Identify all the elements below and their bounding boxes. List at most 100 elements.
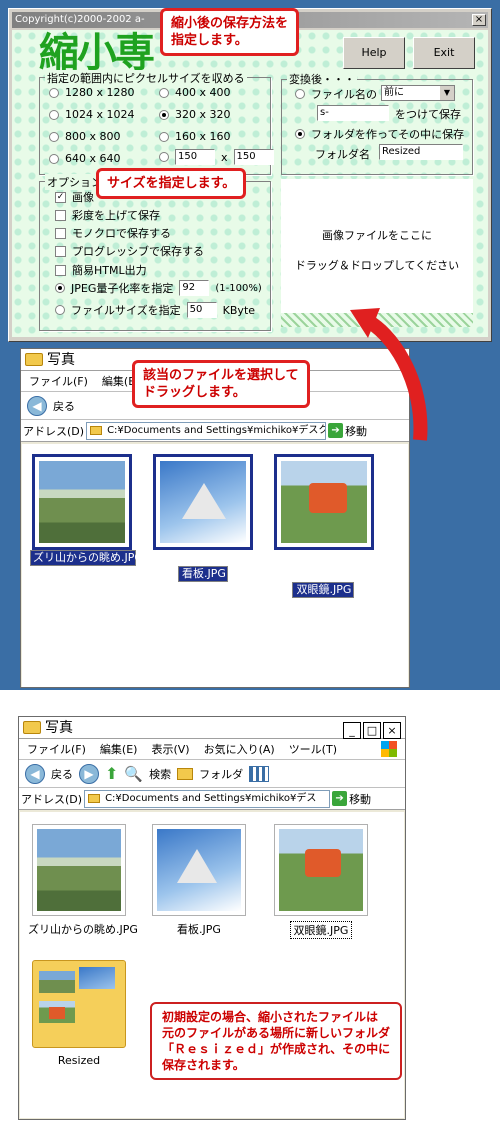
file-thumb-2[interactable]	[153, 454, 253, 550]
windows-logo-icon	[381, 741, 397, 757]
radio-icon[interactable]	[49, 131, 59, 142]
size-320[interactable]: 320 x 320	[159, 108, 231, 121]
filename-radio[interactable]: ファイル名の	[295, 86, 377, 102]
file-name-1[interactable]: ズリ山からの眺め.JPG	[30, 550, 143, 566]
file-thumb-1[interactable]	[32, 454, 132, 550]
opt-image[interactable]: ✓ 画像	[55, 189, 94, 205]
app-title: Copyright(c)2000-2002 a-	[15, 14, 145, 25]
radio-icon[interactable]	[159, 131, 169, 142]
opt-progressive[interactable]: プログレッシブで保存する	[55, 243, 204, 259]
chevron-down-icon[interactable]: ▼	[440, 86, 454, 100]
menu-file[interactable]: ファイル(F)	[27, 741, 86, 757]
folder-radio[interactable]: フォルダを作ってその中に保存	[295, 126, 464, 142]
menu-tools[interactable]: ツール(T)	[289, 741, 337, 757]
opt-html[interactable]: 簡易HTML出力	[55, 262, 147, 278]
menu-edit[interactable]: 編集(E)	[100, 741, 138, 757]
size-400[interactable]: 400 x 400	[159, 86, 231, 99]
radio-selected-icon[interactable]	[159, 109, 169, 120]
forward-arrow-icon[interactable]: ▶	[79, 763, 99, 784]
radio-icon[interactable]	[49, 109, 59, 120]
search-label[interactable]: 検索	[149, 766, 171, 782]
minimize-icon[interactable]: _	[343, 722, 361, 739]
opt-filesize[interactable]: ファイルサイズを指定 50 KByte	[55, 302, 255, 318]
file-thumb-3[interactable]	[274, 454, 374, 550]
radio-icon[interactable]	[49, 153, 59, 164]
go-arrow-icon[interactable]: ➔	[332, 791, 348, 806]
size-1280[interactable]: 1280 x 1280	[49, 86, 135, 99]
size-640[interactable]: 640 x 640	[49, 152, 121, 165]
back-label[interactable]: 戻る	[53, 398, 75, 414]
checkbox-checked-icon[interactable]: ✓	[55, 191, 66, 203]
radio-selected-icon[interactable]	[55, 283, 65, 293]
folder-name-input[interactable]: Resized	[379, 144, 463, 160]
checkbox-icon[interactable]	[55, 245, 66, 257]
folder-label[interactable]: フォルダ	[199, 766, 243, 782]
radio-icon[interactable]	[295, 89, 305, 99]
maximize-icon[interactable]: □	[363, 722, 381, 739]
exit-button[interactable]: Exit	[413, 37, 475, 69]
search-icon[interactable]: 🔍	[124, 765, 143, 783]
checkbox-icon[interactable]	[55, 209, 66, 221]
folder-icon[interactable]	[177, 767, 194, 780]
up-folder-icon[interactable]: ⬆	[105, 764, 118, 783]
window-controls: _ □ ×	[341, 719, 401, 741]
file-thumb-3[interactable]	[274, 824, 368, 916]
opt-jpeg[interactable]: JPEG量子化率を指定 92 (1-100%)	[55, 280, 262, 296]
menu-view[interactable]: 表示(V)	[151, 741, 189, 757]
prefix-input[interactable]: s-	[317, 105, 389, 121]
menu-favorites[interactable]: お気に入り(A)	[204, 741, 275, 757]
callout-result: 初期設定の場合、縮小されたファイルは 元のファイルがある場所に新しいフォルダ 「…	[150, 1002, 403, 1080]
file-name-3[interactable]: 双眼鏡.JPG	[290, 921, 352, 939]
binocular-photo	[279, 829, 363, 911]
checkbox-icon[interactable]	[55, 264, 66, 276]
file-name-1[interactable]: ズリ山からの眺め.JPG	[28, 921, 138, 937]
filesize-input[interactable]: 50	[186, 302, 217, 318]
drag-arrow-icon	[350, 308, 428, 441]
prefix-suffix-label: をつけて保存	[395, 108, 461, 121]
close-icon[interactable]: ×	[472, 14, 486, 26]
radio-icon[interactable]	[159, 87, 169, 98]
file-name-2[interactable]: 看板.JPG	[174, 921, 224, 937]
custom-height-input[interactable]: 150	[233, 149, 274, 165]
radio-icon[interactable]	[49, 87, 59, 98]
jpeg-quality-input[interactable]: 92	[179, 280, 210, 296]
opt-saturation[interactable]: 彩度を上げて保存	[55, 207, 160, 223]
menu-file[interactable]: ファイル(F)	[29, 373, 88, 389]
folder-name-label: フォルダ名	[315, 148, 370, 161]
file-thumb-2[interactable]	[152, 824, 246, 916]
file-name-2[interactable]: 看板.JPG	[178, 566, 228, 582]
address-input[interactable]: C:¥Documents and Settings¥michiko¥デスク	[86, 421, 327, 440]
resized-folder-name[interactable]: Resized	[32, 1054, 126, 1067]
size-160[interactable]: 160 x 160	[159, 130, 231, 143]
address-input[interactable]: C:¥Documents and Settings¥michiko¥デス	[84, 789, 331, 808]
radio-icon[interactable]	[55, 305, 65, 315]
radio-selected-icon[interactable]	[295, 129, 305, 139]
back-arrow-icon[interactable]: ◀	[27, 395, 47, 416]
drop-text-1: 画像ファイルをここに	[322, 229, 432, 242]
opt-mono[interactable]: モノクロで保存する	[55, 225, 171, 241]
close-icon[interactable]: ×	[383, 722, 401, 739]
drop-text-2: ドラッグ＆ドロップしてください	[294, 259, 460, 272]
custom-width-input[interactable]: 150	[175, 149, 215, 165]
landscape-photo	[37, 829, 121, 911]
checkbox-icon[interactable]	[55, 227, 66, 239]
views-icon[interactable]	[249, 765, 270, 782]
file-name-3[interactable]: 双眼鏡.JPG	[292, 582, 354, 598]
callout-drag: 該当のファイルを選択して ドラッグします。	[132, 360, 310, 408]
size-800[interactable]: 800 x 800	[49, 130, 121, 143]
signboard-photo	[160, 461, 246, 543]
folder-icon	[25, 353, 43, 366]
size-1024[interactable]: 1024 x 1024	[49, 108, 135, 121]
go-button[interactable]: 移動	[349, 791, 371, 807]
resized-folder-icon[interactable]	[32, 960, 126, 1048]
radio-icon[interactable]	[159, 152, 169, 162]
app-logo: 縮小専	[39, 30, 155, 76]
file-thumb-1[interactable]	[32, 824, 126, 916]
size-custom[interactable]: 150 x 150	[159, 149, 274, 165]
explorer2-title-bar[interactable]: 写真 _ □ ×	[19, 717, 405, 739]
filename-position-select[interactable]: 前に ▼	[381, 85, 455, 101]
help-button[interactable]: Help	[343, 37, 405, 69]
callout-save-method: 縮小後の保存方法を 指定します。	[160, 8, 300, 56]
back-arrow-icon[interactable]: ◀	[25, 763, 45, 784]
back-label[interactable]: 戻る	[51, 766, 73, 782]
